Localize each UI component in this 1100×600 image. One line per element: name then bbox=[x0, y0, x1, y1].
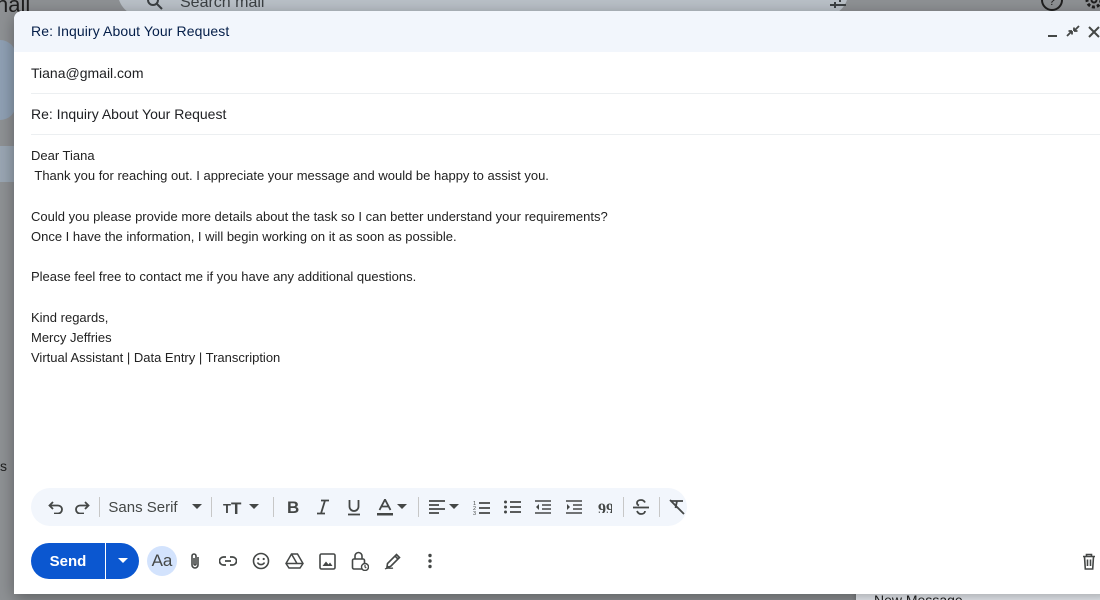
toolbar-divider bbox=[659, 497, 660, 517]
chevron-down-icon bbox=[397, 504, 407, 509]
body-line: Once I have the information, I will begi… bbox=[31, 228, 457, 244]
strikethrough-icon[interactable] bbox=[629, 488, 653, 526]
drive-icon[interactable] bbox=[279, 546, 309, 576]
attach-icon[interactable] bbox=[180, 546, 210, 576]
compose-title: Re: Inquiry About Your Request bbox=[31, 23, 230, 39]
toolbar-divider bbox=[211, 497, 212, 517]
chevron-down-icon bbox=[249, 504, 259, 509]
compose-header[interactable]: Re: Inquiry About Your Request bbox=[14, 11, 1100, 52]
body-line bbox=[31, 186, 1031, 206]
recipients-field[interactable]: Tiana@gmail.com bbox=[31, 53, 1100, 94]
body-line: Could you please provide more details ab… bbox=[31, 208, 608, 224]
svg-text:B: B bbox=[287, 499, 299, 515]
exit-full-screen-icon[interactable] bbox=[1064, 21, 1082, 41]
text-color-icon[interactable] bbox=[373, 488, 411, 526]
formatting-label: Aa bbox=[151, 551, 173, 570]
link-icon[interactable] bbox=[213, 546, 243, 576]
remove-formatting-icon[interactable] bbox=[665, 488, 689, 526]
svg-text:T: T bbox=[231, 499, 242, 515]
bulleted-list-icon[interactable] bbox=[500, 488, 524, 526]
subject-text[interactable]: Re: Inquiry About Your Request bbox=[31, 106, 226, 122]
toolbar-divider bbox=[99, 497, 100, 517]
sidebar-text-fragment: s bbox=[0, 458, 7, 474]
signature-icon[interactable] bbox=[378, 546, 408, 576]
body-line: Kind regards, bbox=[31, 309, 109, 325]
toolbar-divider bbox=[418, 497, 419, 517]
discard-icon[interactable] bbox=[1077, 549, 1100, 573]
search-icon[interactable] bbox=[146, 0, 164, 10]
font-size-icon[interactable]: TT bbox=[217, 488, 265, 526]
quote-icon[interactable]: 99 bbox=[593, 488, 617, 526]
toolbar-divider bbox=[273, 497, 274, 517]
body-line: Mercy Jeffries bbox=[31, 329, 112, 345]
body-line: Virtual Assistant | Data Entry | Transcr… bbox=[31, 349, 281, 365]
schedule-send-button[interactable] bbox=[106, 543, 139, 579]
send-button[interactable]: Send bbox=[31, 543, 105, 579]
emoji-icon[interactable] bbox=[246, 546, 276, 576]
numbered-list-icon[interactable]: 123 bbox=[469, 488, 493, 526]
body-line: Please feel free to contact me if you ha… bbox=[31, 269, 417, 285]
formatting-options-button[interactable]: Aa bbox=[147, 546, 177, 576]
recipient-email[interactable]: Tiana@gmail.com bbox=[31, 65, 144, 81]
more-options-icon[interactable] bbox=[415, 546, 445, 576]
filter-icon[interactable] bbox=[828, 0, 848, 10]
body-line: Thank you for reaching out. I appreciate… bbox=[31, 168, 549, 184]
bold-icon[interactable]: B bbox=[281, 488, 305, 526]
font-family-label: Sans Serif bbox=[108, 498, 178, 516]
body-line bbox=[31, 247, 1031, 267]
toolbar-divider bbox=[623, 497, 624, 517]
chevron-down-icon bbox=[117, 558, 128, 563]
chevron-down-icon bbox=[191, 504, 202, 509]
formatting-toolbar: Sans Serif TT B 123 99 bbox=[31, 488, 687, 526]
font-family-select[interactable]: Sans Serif bbox=[107, 488, 203, 526]
indent-less-icon[interactable] bbox=[531, 488, 555, 526]
italic-icon[interactable] bbox=[311, 488, 335, 526]
svg-text:99: 99 bbox=[598, 501, 612, 513]
confidential-mode-icon[interactable] bbox=[345, 546, 375, 576]
undo-icon[interactable] bbox=[45, 488, 67, 526]
indent-more-icon[interactable] bbox=[562, 488, 586, 526]
underline-icon[interactable] bbox=[342, 488, 366, 526]
redo-icon[interactable] bbox=[71, 488, 93, 526]
message-body[interactable]: Dear Tiana Thank you for reaching out. I… bbox=[31, 146, 1031, 368]
svg-text:T: T bbox=[223, 501, 231, 515]
minimize-icon[interactable] bbox=[1044, 21, 1062, 41]
chevron-down-icon bbox=[449, 504, 459, 509]
body-line bbox=[31, 287, 1031, 307]
photo-icon[interactable] bbox=[312, 546, 342, 576]
svg-text:?: ? bbox=[1049, 0, 1056, 8]
send-label: Send bbox=[49, 552, 87, 570]
align-icon[interactable] bbox=[425, 488, 463, 526]
close-icon[interactable] bbox=[1085, 21, 1100, 41]
svg-text:3: 3 bbox=[473, 511, 476, 515]
body-line: Dear Tiana bbox=[31, 148, 95, 163]
subject-field[interactable]: Re: Inquiry About Your Request bbox=[31, 94, 1100, 135]
compose-window: Re: Inquiry About Your Request Tiana@gma… bbox=[14, 11, 1100, 594]
